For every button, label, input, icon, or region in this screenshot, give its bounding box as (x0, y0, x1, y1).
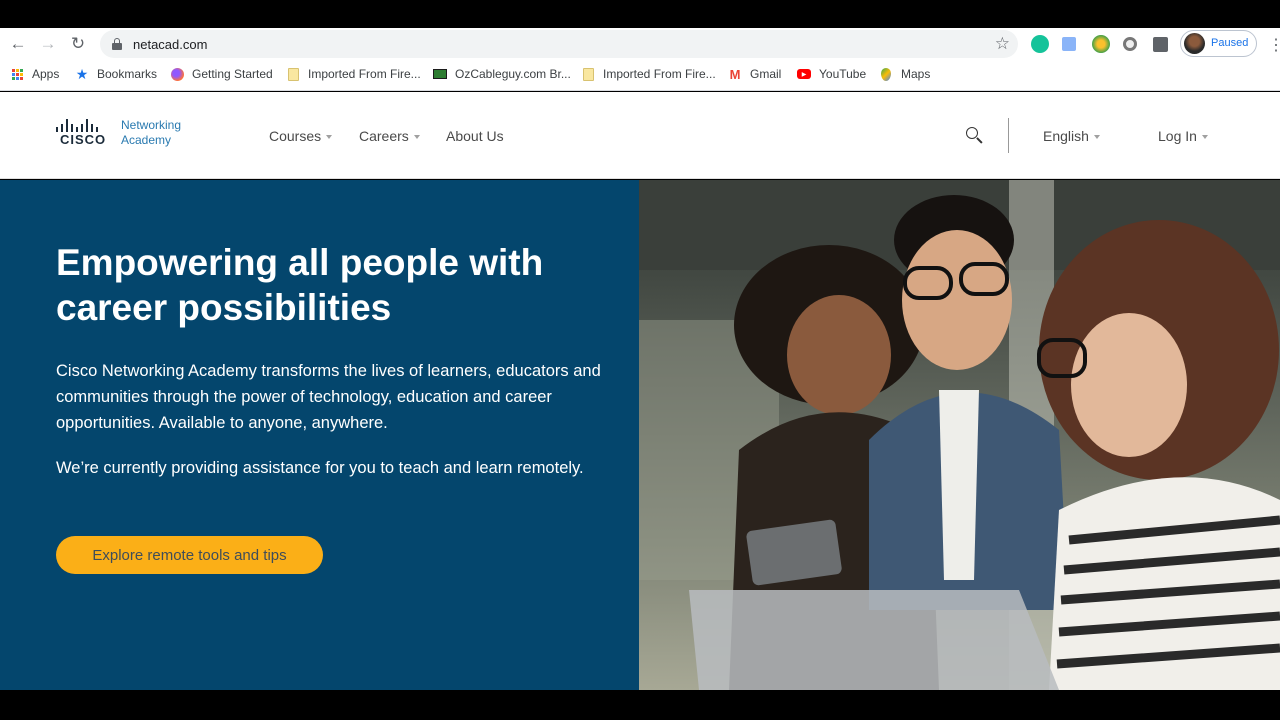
chevron-down-icon (326, 134, 333, 139)
url-text: netacad.com (133, 37, 208, 52)
bookmark-maps[interactable]: Maps (879, 67, 930, 81)
site-header: CISCO Networking Academy Courses Careers… (0, 92, 1280, 179)
lock-icon (112, 38, 122, 50)
folder-icon (581, 67, 595, 81)
dropbox-extension-icon[interactable] (1062, 37, 1076, 51)
explore-remote-tools-button[interactable]: Explore remote tools and tips (56, 536, 323, 574)
cisco-bars-icon (56, 118, 112, 132)
folder-icon (286, 67, 300, 81)
students-illustration (639, 180, 1280, 690)
bookmark-getting-started[interactable]: Getting Started (170, 67, 273, 81)
bookmark-imported-1[interactable]: Imported From Fire... (286, 67, 421, 81)
header-divider (1008, 118, 1009, 153)
kebab-icon[interactable]: ⋮ (1268, 35, 1280, 55)
bookmark-label: Imported From Fire... (603, 67, 716, 81)
logo-line-networking: Networking (121, 118, 182, 132)
bookmark-bookmarks[interactable]: ★ Bookmarks (75, 65, 158, 82)
login-label: Log In (1158, 128, 1197, 144)
chevron-down-icon (1093, 134, 1100, 139)
cisco-networking-academy-logo[interactable]: CISCO Networking Academy (56, 118, 196, 152)
bookmark-imported-2[interactable]: Imported From Fire... (581, 67, 716, 81)
nav-about-label: About Us (446, 128, 504, 144)
bookmark-label: YouTube (819, 67, 867, 81)
bookmark-label: Getting Started (192, 67, 273, 81)
back-icon[interactable]: ← (8, 34, 28, 54)
chevron-down-icon (413, 134, 420, 139)
youtube-icon: ▶ (797, 67, 811, 81)
logo-academy-text: Networking Academy (121, 118, 181, 148)
language-selector[interactable]: English (1043, 128, 1100, 144)
forward-icon[interactable]: → (38, 34, 58, 54)
language-label: English (1043, 128, 1089, 144)
bookmark-youtube[interactable]: ▶ YouTube (797, 67, 866, 81)
star-icon[interactable]: ☆ (995, 34, 1010, 54)
hero-photo-students (639, 180, 1280, 690)
bookmark-gmail[interactable]: M Gmail (728, 66, 782, 82)
bookmarks-bar: Apps ★ Bookmarks Getting Started Importe… (0, 60, 1280, 91)
puzzle-extensions-icon[interactable] (1153, 37, 1168, 52)
bookmark-label: Gmail (750, 67, 782, 81)
login-menu[interactable]: Log In (1158, 128, 1208, 144)
browser-toolbar: ← → ↻ netacad.com ☆ Paused ⋮ (0, 28, 1280, 60)
nav-courses[interactable]: Courses (269, 128, 333, 144)
firefox-icon (170, 67, 184, 81)
bookmark-label: Imported From Fire... (308, 67, 421, 81)
nav-careers[interactable]: Careers (359, 128, 420, 144)
chevron-down-icon (1201, 134, 1208, 139)
hero-remote-note: We’re currently providing assistance for… (56, 459, 584, 477)
search-icon[interactable] (966, 127, 984, 145)
nav-about-us[interactable]: About Us (446, 128, 504, 144)
logo-line-academy: Academy (121, 133, 172, 147)
star-icon: ★ (75, 65, 89, 82)
bookmark-apps[interactable]: Apps (10, 67, 59, 81)
bottom-black-bar (0, 690, 1280, 720)
bookmark-label: Bookmarks (97, 67, 158, 81)
reload-icon[interactable]: ↻ (68, 34, 88, 54)
extension-icon[interactable] (1092, 35, 1110, 53)
hero-title: Empowering all people with career possib… (56, 242, 544, 328)
bookmark-label: Maps (901, 67, 931, 81)
gmail-icon: M (729, 66, 741, 82)
bookmark-label: OzCableguy.com Br... (455, 67, 571, 81)
nav-courses-label: Courses (269, 128, 322, 144)
nav-careers-label: Careers (359, 128, 409, 144)
hero-panel: Empowering all people with career possib… (0, 180, 639, 690)
avatar (1184, 33, 1205, 54)
top-black-bar (0, 0, 1280, 28)
address-bar[interactable]: netacad.com ☆ (100, 30, 1018, 58)
circle-extension-icon[interactable] (1123, 37, 1137, 51)
bookmark-ozcableguy[interactable]: OzCableguy.com Br... (433, 67, 571, 81)
profile-button[interactable]: Paused (1180, 30, 1257, 57)
grammarly-extension-icon[interactable] (1031, 35, 1049, 53)
cisco-wordmark: CISCO (60, 132, 107, 147)
apps-grid-icon (10, 67, 24, 81)
maps-pin-icon (879, 67, 893, 81)
profile-status: Paused (1211, 37, 1249, 49)
ozcableguy-icon (433, 67, 447, 81)
hero-description: Cisco Networking Academy transforms the … (56, 362, 601, 432)
bookmark-label: Apps (32, 67, 60, 81)
